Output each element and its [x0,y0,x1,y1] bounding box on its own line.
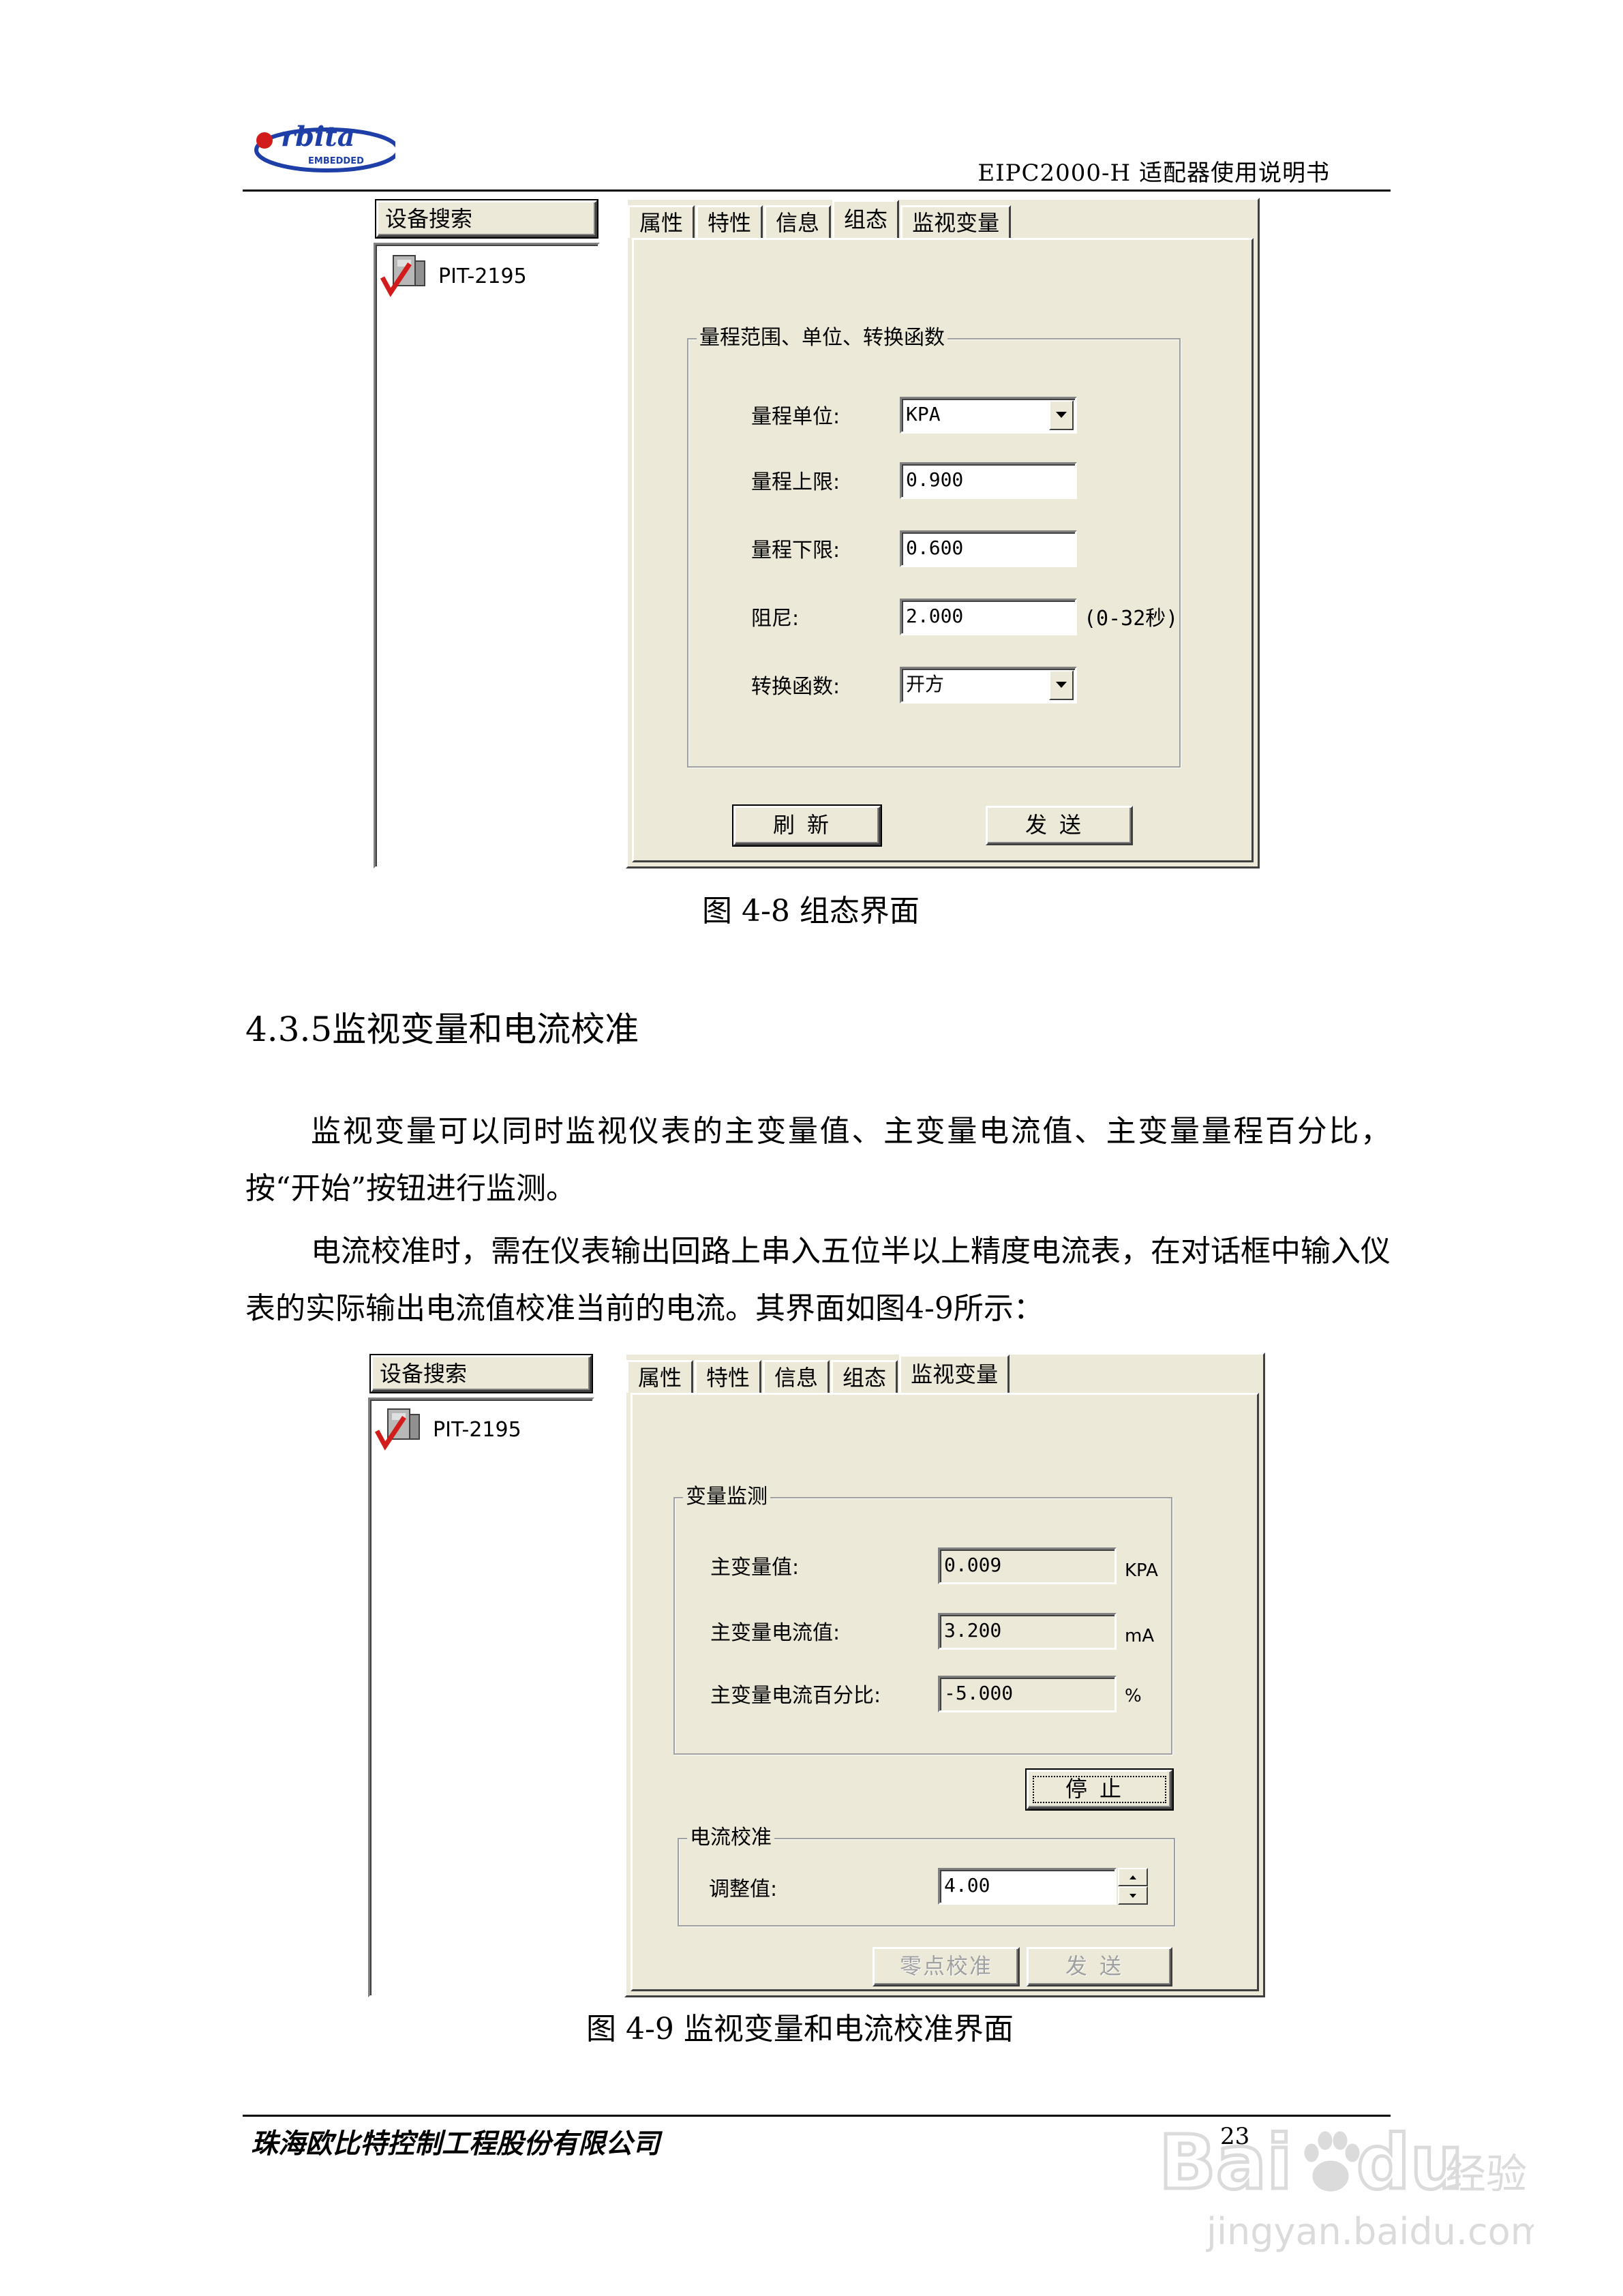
tab-row: 属性 特性 信息 组态 监视变量 [628,200,1012,238]
tab-monitor-variables[interactable]: 监视变量 [899,1355,1010,1393]
loop-current-label: 主变量电流值: [710,1621,840,1645]
transfer-function-dropdown-button[interactable] [1049,670,1074,700]
range-unit-function-group-title: 量程范围、单位、转换函数 [697,324,947,352]
range-upper-input[interactable]: 0.900 [900,462,1077,499]
tab-properties[interactable]: 属性 [626,1360,694,1393]
paw-icon [1304,2131,1360,2192]
refresh-button[interactable]: 刷新 [733,806,881,845]
stop-button[interactable]: 停止 [1027,1770,1172,1809]
figure-4-8-caption: 图 4-8 组态界面 [702,894,920,928]
svg-text:Bai: Bai [1159,2119,1292,2206]
variable-monitor-group-title: 变量监测 [683,1483,770,1511]
document-title: EIPC2000-H 适配器使用说明书 [977,160,1330,187]
company-name: 珠海欧比特控制工程股份有限公司 [251,2128,660,2160]
tab-container: 属性 特性 信息 组态 监视变量 量程范围、单位、转换函数 量程单位: KPA … [626,198,1260,868]
device-tree-panel: PIT-2195 [368,1398,594,1997]
device-tree-item-label: PIT-2195 [438,264,527,288]
tab-monitor-variables[interactable]: 监视变量 [900,205,1012,238]
spin-down-button[interactable] [1118,1886,1148,1905]
header-rule [243,190,1391,192]
section-heading: 4.3.5监视变量和电流校准 [245,1010,639,1049]
range-lower-input[interactable]: 0.600 [900,530,1077,567]
tab-characteristics[interactable]: 特性 [695,1360,762,1393]
chevron-down-icon [1056,682,1067,688]
transfer-function-value: 开方 [906,673,945,695]
device-tree-item[interactable]: PIT-2195 [380,252,527,301]
transfer-function-select[interactable]: 开方 [900,667,1077,704]
adjust-value-spinner[interactable] [1118,1868,1148,1905]
figure-4-9-caption: 图 4-9 监视变量和电流校准界面 [586,2012,1014,2046]
transfer-function-label: 转换函数: [751,675,840,699]
tab-characteristics[interactable]: 特性 [696,205,763,238]
paragraph-calibration: 电流校准时，需在仪表输出回路上串入五位半以上精度电流表，在对话框中输入仪表的实际… [245,1234,1391,1326]
figure-configuration-window: 设备搜索 PIT-2195 属性 特性 信息 组态 监视变量 量程范围、单位、转… [374,198,1260,873]
device-search-button[interactable]: 设备搜索 [371,1355,592,1392]
chevron-up-icon [1129,1875,1136,1879]
primary-variable-unit: KPA [1125,1560,1158,1581]
svg-text:jingyan.baidu.com: jingyan.baidu.com [1206,2210,1534,2253]
range-lower-label: 量程下限: [751,539,840,562]
current-calibration-group-title: 电流校准 [687,1824,774,1852]
tab-info[interactable]: 信息 [764,205,832,238]
tab-panel-configuration: 量程范围、单位、转换函数 量程单位: KPA 量程上限: 0.900 量程下限:… [632,238,1254,862]
damping-label: 阻尼: [751,607,800,631]
loop-current-unit: mA [1125,1626,1155,1646]
tab-info[interactable]: 信息 [763,1360,830,1393]
send-calibration-button[interactable]: 发送 [1027,1947,1172,1987]
loop-current-value: 3.200 [938,1613,1117,1650]
adjust-value-input[interactable]: 4.00 [938,1868,1117,1905]
damping-input[interactable]: 2.000 [900,599,1077,635]
primary-variable-label: 主变量值: [710,1556,800,1580]
svg-text:EMBEDDED: EMBEDDED [308,156,364,166]
spin-up-button[interactable] [1118,1868,1148,1886]
range-unit-value: KPA [906,403,941,425]
send-button[interactable]: 发送 [986,806,1133,845]
tab-panel-monitor: 变量监测 主变量值: 0.009 KPA 主变量电流值: 3.200 mA 主变… [631,1393,1259,1991]
device-check-icon [380,255,425,297]
range-unit-dropdown-button[interactable] [1049,400,1074,430]
device-tree-item[interactable]: PIT-2195 [374,1405,521,1454]
device-check-icon [374,1408,420,1451]
device-tree-panel: PIT-2195 [374,243,600,868]
chevron-down-icon [1056,412,1067,418]
range-upper-label: 量程上限: [751,470,840,494]
damping-range-hint: (0-32秒) [1084,607,1179,631]
tab-row: 属性 特性 信息 组态 监视变量 [626,1355,1011,1393]
range-unit-label: 量程单位: [751,405,840,429]
chevron-down-icon [1129,1893,1136,1898]
zero-calibration-button[interactable]: 零点校准 [873,1947,1020,1987]
paragraph-monitor: 监视变量可以同时监视仪表的主变量值、主变量电流值、主变量量程百分比，按“开始”按… [245,1114,1391,1206]
percent-range-label: 主变量电流百分比: [710,1684,881,1708]
tab-container: 属性 特性 信息 组态 监视变量 变量监测 主变量值: 0.009 KPA 主变… [624,1353,1265,1997]
orbita-logo: rbita EMBEDDED [254,121,395,172]
primary-variable-value: 0.009 [938,1547,1117,1584]
device-search-button[interactable]: 设备搜索 [376,200,597,237]
percent-range-value: -5.000 [938,1676,1117,1712]
baidu-jingyan-watermark: Bai du 经验 jingyan.baidu.com [1157,2117,1534,2254]
percent-range-unit: % [1125,1686,1142,1706]
figure-monitor-calibration-window: 设备搜索 PIT-2195 属性 特性 信息 组态 监视变量 变量监测 主变量值… [368,1353,1265,2002]
range-unit-select[interactable]: KPA [900,397,1077,434]
tab-properties[interactable]: 属性 [628,205,695,238]
tab-configuration[interactable]: 组态 [832,200,900,238]
svg-text:rbita: rbita [281,121,355,153]
adjust-value-label: 调整值: [709,1877,778,1901]
svg-text:经验: 经验 [1445,2151,1527,2199]
tab-configuration[interactable]: 组态 [831,1360,898,1393]
device-tree-item-label: PIT-2195 [433,1417,521,1442]
